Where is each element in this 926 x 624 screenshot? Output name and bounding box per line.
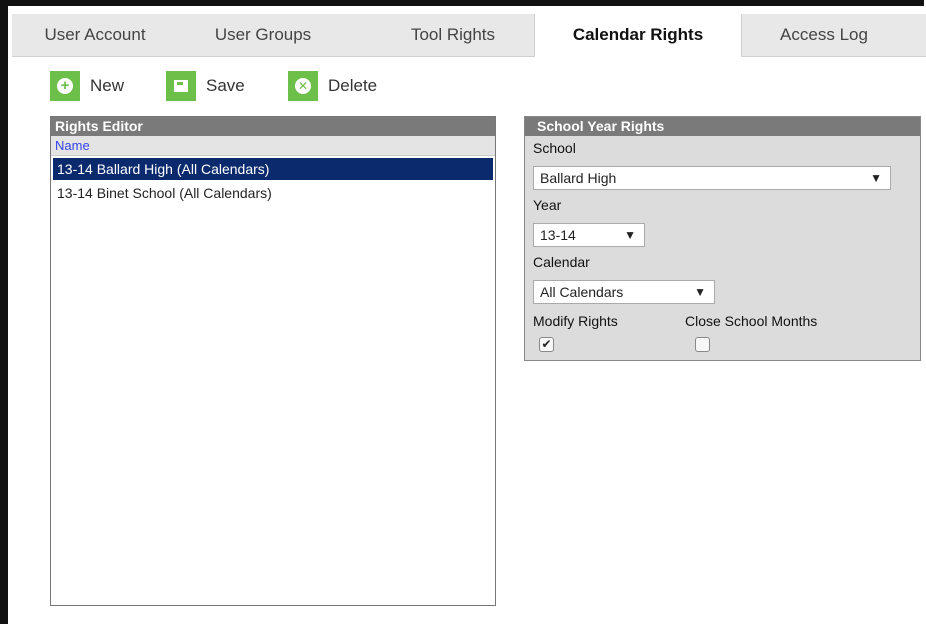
tab-user-account[interactable]: User Account [12, 14, 178, 56]
close-school-months-checkbox[interactable] [695, 337, 710, 352]
add-icon: + [50, 71, 80, 101]
tab-user-groups[interactable]: User Groups [188, 14, 338, 56]
name-column-header[interactable]: Name [51, 136, 495, 156]
school-select-value: Ballard High [540, 170, 617, 186]
save-button[interactable]: Save [166, 70, 245, 102]
close-school-months-label: Close School Months [685, 313, 818, 329]
tab-tool-rights[interactable]: Tool Rights [386, 14, 520, 56]
modify-rights-label: Modify Rights [533, 313, 618, 329]
list-item[interactable]: 13-14 Binet School (All Calendars) [53, 182, 493, 204]
delete-icon: ✕ [288, 71, 318, 101]
calendar-select[interactable]: All Calendars ▼ [533, 280, 715, 304]
modify-rights-checkbox[interactable]: ✔ [539, 337, 554, 352]
checkmark-icon: ✔ [541, 337, 552, 351]
save-icon [166, 71, 196, 101]
list-item[interactable]: 13-14 Ballard High (All Calendars) [53, 158, 493, 180]
year-select-value: 13-14 [540, 227, 576, 243]
dropdown-arrow-icon: ▼ [624, 228, 636, 242]
tab-calendar-rights[interactable]: Calendar Rights [534, 14, 742, 57]
dropdown-arrow-icon: ▼ [870, 171, 882, 185]
rights-editor-panel: Rights Editor Name 13-14 Ballard High (A… [50, 116, 496, 606]
year-label: Year [533, 197, 562, 213]
tab-bar: User Account User Groups Tool Rights Cal… [12, 14, 926, 57]
school-year-rights-panel: School Year Rights School Ballard High ▼… [524, 116, 921, 361]
rights-editor-title: Rights Editor [51, 117, 495, 136]
calendar-select-value: All Calendars [540, 284, 624, 300]
delete-button-label: Delete [328, 76, 378, 95]
dropdown-arrow-icon: ▼ [694, 285, 706, 299]
calendar-label: Calendar [533, 254, 590, 270]
save-button-label: Save [206, 76, 245, 95]
new-button[interactable]: + New [50, 70, 124, 102]
year-select[interactable]: 13-14 ▼ [533, 223, 645, 247]
new-button-label: New [90, 76, 125, 95]
tab-access-log[interactable]: Access Log [762, 14, 886, 56]
school-year-rights-title: School Year Rights [525, 117, 920, 136]
delete-button[interactable]: ✕ Delete [288, 70, 377, 102]
school-select[interactable]: Ballard High ▼ [533, 166, 891, 190]
school-label: School [533, 140, 576, 156]
